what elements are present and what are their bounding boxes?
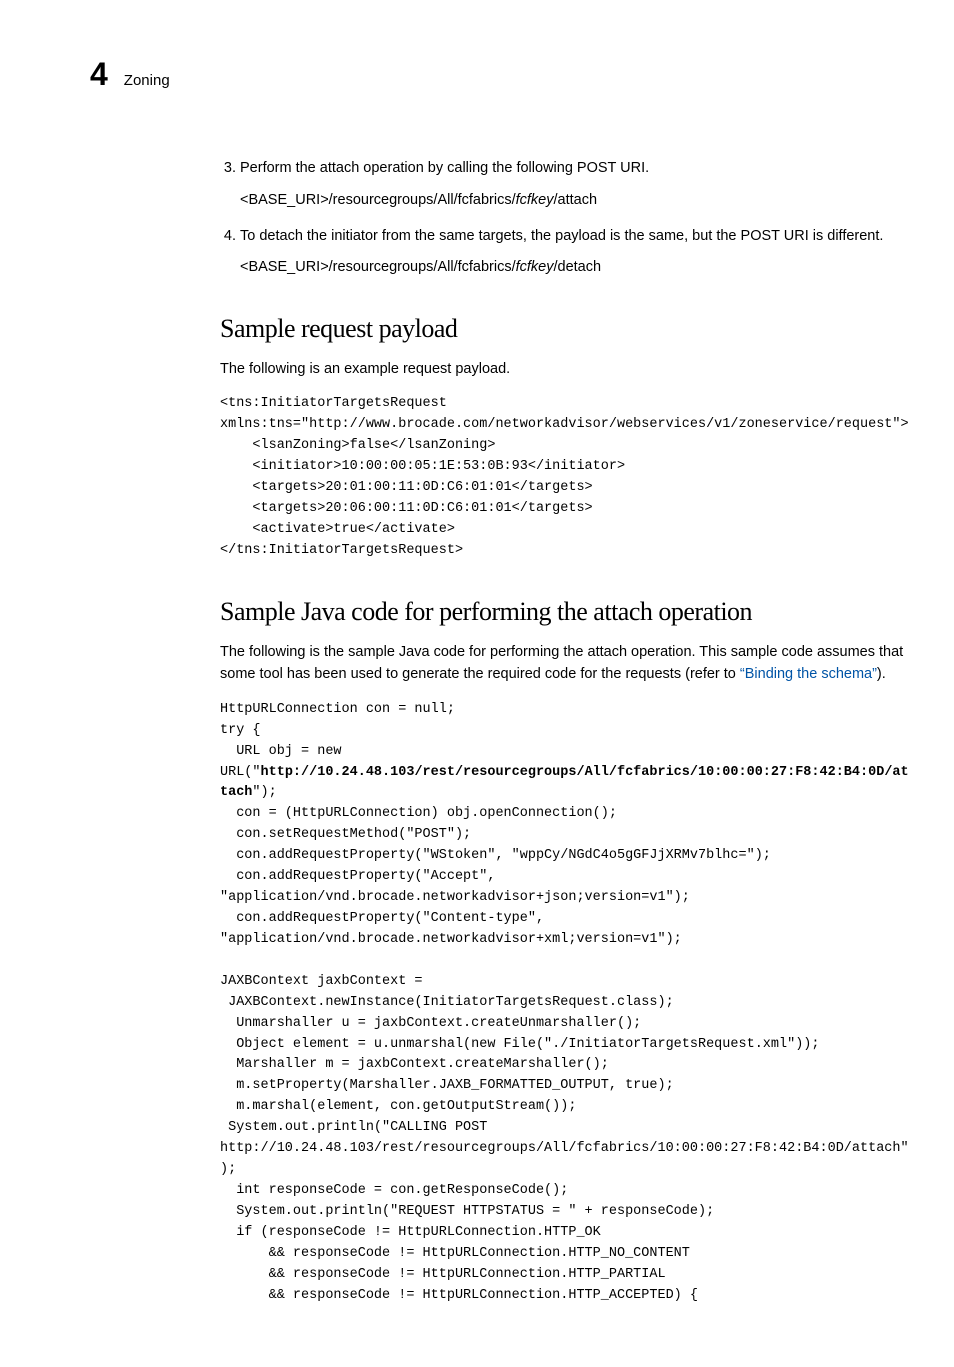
code-part-bold: http://10.24.48.103/rest/resourcegroups/… (220, 765, 909, 801)
uri-var: fcfkey (516, 192, 554, 208)
chapter-title: Zoning (124, 70, 170, 93)
step-text: To detach the initiator from the same ta… (240, 228, 883, 244)
intro-sample-payload: The following is an example request payl… (220, 358, 914, 380)
uri-post: /attach (554, 192, 598, 208)
heading-sample-java: Sample Java code for performing the atta… (220, 592, 914, 631)
code-sample-payload: <tns:InitiatorTargetsRequest xmlns:tns="… (220, 394, 914, 561)
link-binding-schema[interactable]: “Binding the schema” (740, 666, 877, 682)
step-uri: <BASE_URI>/resourcegroups/All/fcfabrics/… (240, 190, 914, 212)
step-item: Perform the attach operation by calling … (240, 158, 914, 212)
uri-var: fcfkey (516, 259, 554, 275)
code-part-2: "); con = (HttpURLConnection) obj.openCo… (220, 785, 909, 1302)
page-header: 4 Zoning (90, 50, 914, 98)
heading-sample-payload: Sample request payload (220, 309, 914, 348)
intro-text-post: ). (877, 666, 886, 682)
step-uri: <BASE_URI>/resourcegroups/All/fcfabrics/… (240, 257, 914, 279)
chapter-number: 4 (90, 50, 108, 98)
step-item: To detach the initiator from the same ta… (240, 226, 914, 280)
uri-post: /detach (554, 259, 602, 275)
content-area: Perform the attach operation by calling … (220, 158, 914, 1307)
intro-sample-java: The following is the sample Java code fo… (220, 641, 914, 686)
step-text: Perform the attach operation by calling … (240, 160, 649, 176)
uri-pre: <BASE_URI>/resourcegroups/All/fcfabrics/ (240, 259, 516, 275)
step-list: Perform the attach operation by calling … (220, 158, 914, 279)
code-sample-java: HttpURLConnection con = null; try { URL … (220, 700, 914, 1307)
uri-pre: <BASE_URI>/resourcegroups/All/fcfabrics/ (240, 192, 516, 208)
page: 4 Zoning Perform the attach operation by… (0, 0, 954, 1367)
